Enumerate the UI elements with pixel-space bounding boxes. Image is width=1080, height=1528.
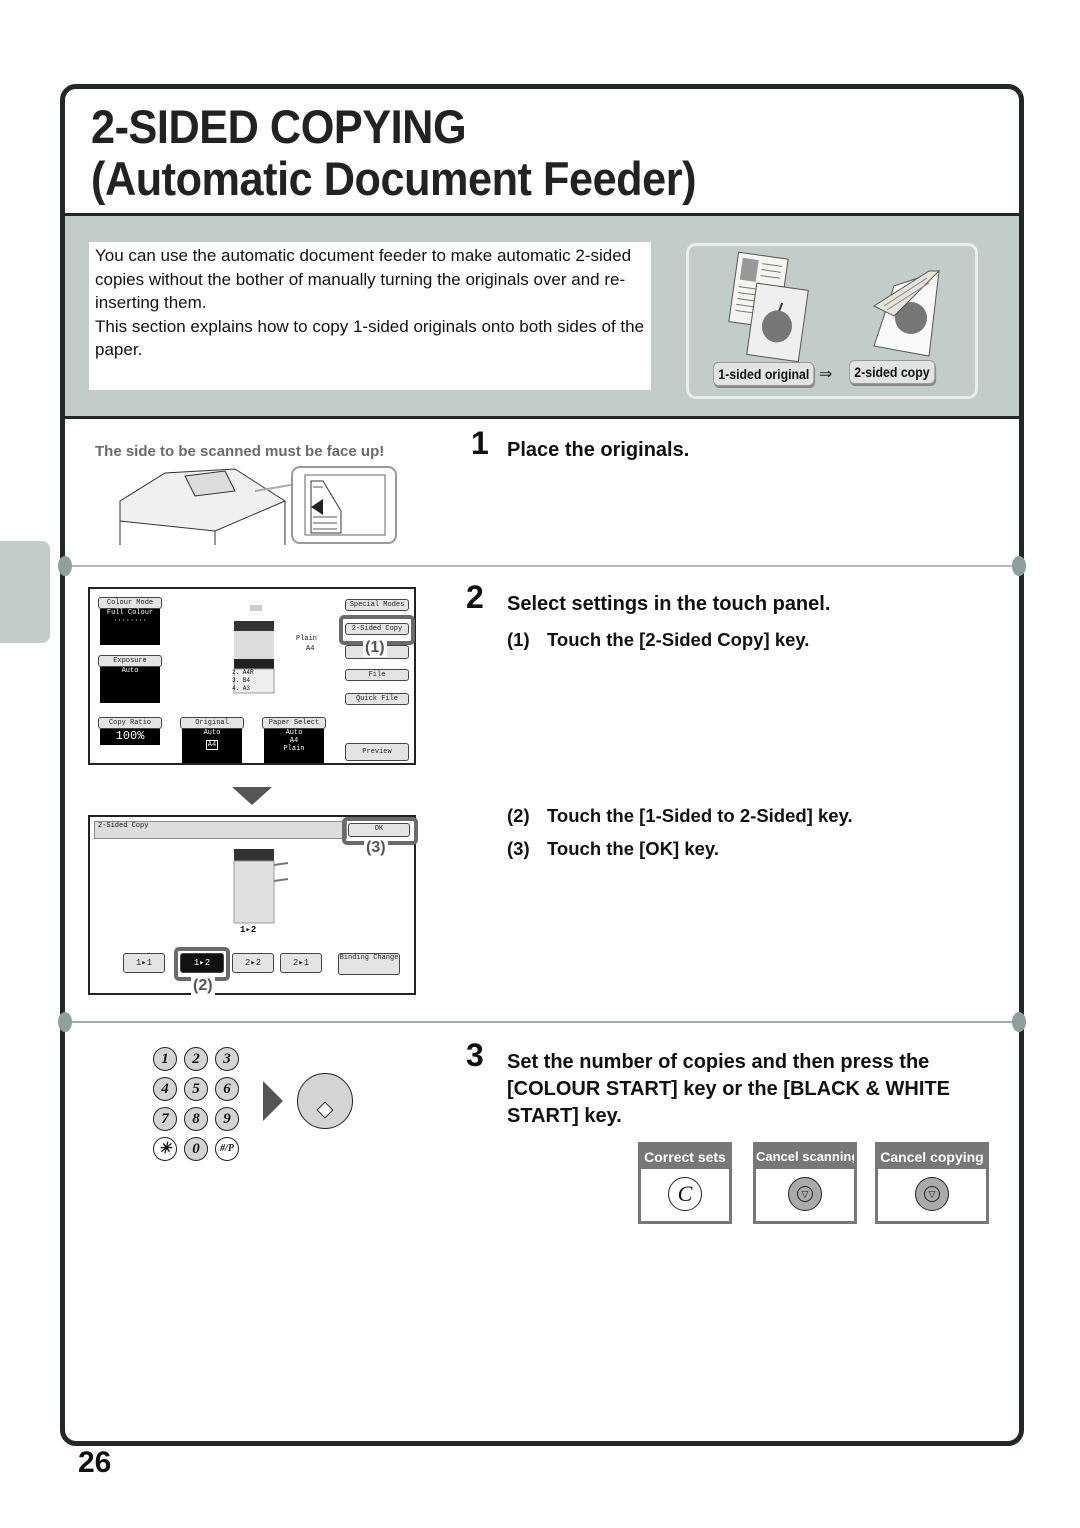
divider-knob-right [1012, 1012, 1026, 1032]
keypad-key[interactable]: 8 [184, 1107, 208, 1131]
preview-button[interactable]: Preview [345, 743, 409, 761]
paper-type-label: Plain [296, 635, 318, 643]
cancel-copying-card: Cancel copying ▽ [875, 1142, 989, 1224]
paper-select-button[interactable]: Paper Select [262, 717, 326, 729]
intro-paragraph-2: This section explains how to copy 1-side… [95, 316, 645, 360]
step-2-title: Select settings in the touch panel. [507, 593, 831, 615]
intro-text: You can use the automatic document feede… [89, 242, 651, 390]
substep-2: (2) Touch the [1-Sided to 2-Sided] key. [507, 805, 853, 826]
one-sided-original-label: 1-sided original [713, 362, 815, 386]
special-modes-button[interactable]: Special Modes [345, 599, 409, 611]
colour-mode-button[interactable]: Colour Mode [98, 597, 162, 609]
page-number: 26 [78, 1446, 112, 1479]
keypad-key[interactable]: 4 [153, 1077, 177, 1101]
exposure-button[interactable]: Exposure [98, 655, 162, 667]
original-button[interactable]: Original [180, 717, 244, 729]
quick-file-button[interactable]: Quick File [345, 693, 409, 705]
step-1-number: 1 [471, 425, 489, 461]
arrow-right-icon: ⇒ [819, 366, 833, 383]
callout-1-label: (1) [363, 639, 387, 657]
page-frame: 2-SIDED COPYING (Automatic Document Feed… [58, 84, 1026, 1446]
title-line-1: 2-SIDED COPYING [91, 100, 467, 153]
stop-key-icon: ▽ [915, 1177, 949, 1211]
keypad-key[interactable]: ✳ [153, 1137, 177, 1161]
touch-panel-main-screen: Colour Mode Full Colour ········ Exposure… [88, 587, 416, 765]
step-2-number: 2 [466, 579, 484, 615]
section-divider-1 [65, 565, 1019, 567]
mode-1-to-1-button[interactable]: 1▸1 [123, 953, 165, 973]
paper-select-value: Auto A4 Plain [264, 729, 324, 763]
callout-2-frame [174, 947, 230, 981]
divider-knob-left [58, 1012, 72, 1032]
duplex-illustration: 1-sided original ⇒ 2-sided copy [686, 243, 978, 399]
callout-3-label: (3) [364, 839, 388, 857]
two-sided-copy-label: 2-sided copy [849, 360, 935, 384]
copy-ratio-value: 100% [100, 729, 160, 745]
cancel-scanning-card: Cancel scanning ▽ [753, 1142, 857, 1224]
keypad-key[interactable]: 7 [153, 1107, 177, 1131]
callout-2-label: (2) [191, 977, 215, 995]
copy-ratio-button[interactable]: Copy Ratio [98, 717, 162, 729]
intro-section: You can use the automatic document feede… [65, 216, 1019, 416]
clear-key-icon: C [668, 1177, 702, 1211]
binding-change-button[interactable]: Binding Change [338, 953, 400, 975]
page-title: 2-SIDED COPYING (Automatic Document Feed… [91, 101, 696, 205]
intro-divider [65, 416, 1019, 419]
divider-knob-right [1012, 556, 1026, 576]
stop-key-icon: ▽ [788, 1177, 822, 1211]
touch-panel-2sided-screen: 2-Sided Copy OK (3) 1▸2 1▸1 1▸2 (2) 2▸2 … [88, 815, 418, 995]
keypad-key[interactable]: 0 [184, 1137, 208, 1161]
mode-2-to-1-button[interactable]: 2▸1 [280, 953, 322, 973]
colour-mode-value: Full Colour ········ [100, 609, 160, 645]
document-feeder-illustration [119, 466, 397, 545]
copier-machine-icon [233, 849, 289, 924]
keypad-key[interactable]: #/P [215, 1137, 239, 1161]
step-1-title: Place the originals. [507, 439, 690, 461]
chapter-side-tab [0, 541, 50, 643]
section-divider-2 [65, 1021, 1019, 1023]
start-key[interactable] [297, 1073, 353, 1129]
title-line-2: (Automatic Document Feeder) [91, 152, 697, 205]
start-diamond-icon [316, 1101, 334, 1119]
keypad-key[interactable]: 9 [215, 1107, 239, 1131]
keypad-key[interactable]: 2 [184, 1047, 208, 1071]
step-3-title: Set the number of copies and then press … [507, 1051, 950, 1127]
paper-size-label: A4 [306, 645, 315, 653]
correct-sets-card: Correct sets C [638, 1142, 732, 1224]
keypad-key[interactable]: 1 [153, 1047, 177, 1071]
file-button[interactable]: File [345, 669, 409, 681]
mode-2-to-2-button[interactable]: 2▸2 [232, 953, 274, 973]
current-duplex-mode: 1▸2 [240, 925, 257, 935]
tray-list: 2. A4R 3. B4 4. A3 [232, 669, 254, 692]
down-arrow-icon [232, 787, 272, 805]
keypad-key[interactable]: 6 [215, 1077, 239, 1101]
keypad-key[interactable]: 5 [184, 1077, 208, 1101]
keypad-key[interactable]: 3 [215, 1047, 239, 1071]
substep-3: (3) Touch the [OK] key. [507, 838, 719, 859]
two-sided-header: 2-Sided Copy [94, 821, 347, 839]
divider-knob-left [58, 556, 72, 576]
face-up-note: The side to be scanned must be face up! [95, 443, 385, 460]
exposure-value: Auto [100, 667, 160, 703]
substep-1: (1) Touch the [2-Sided Copy] key. [507, 629, 810, 650]
right-arrow-icon [263, 1081, 283, 1121]
original-value: Auto A4 [182, 729, 242, 763]
step-3-number: 3 [466, 1037, 484, 1073]
intro-paragraph-1: You can use the automatic document feede… [95, 246, 632, 312]
